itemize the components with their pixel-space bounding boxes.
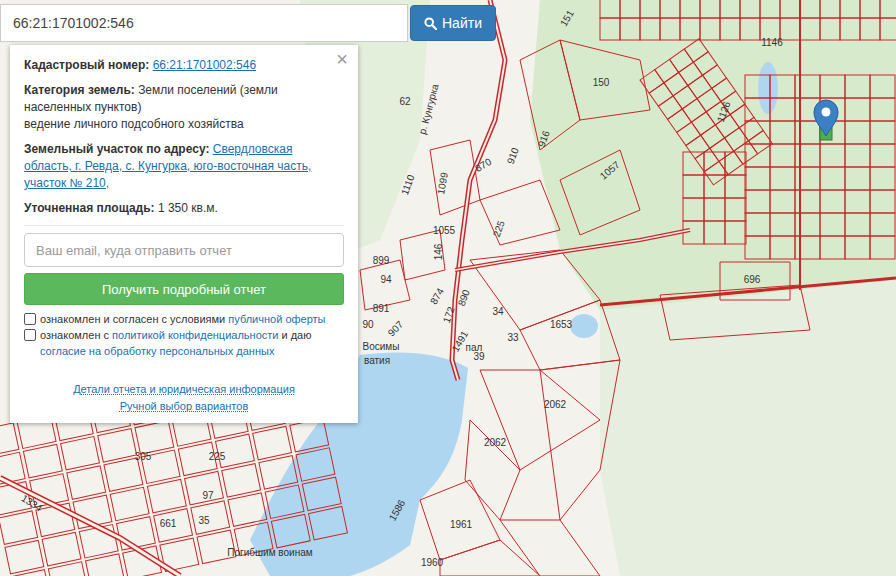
- detail-link[interactable]: Детали отчета и юридическая информация: [73, 381, 295, 398]
- pond: [570, 314, 598, 338]
- parcel-label: 1126: [715, 99, 733, 123]
- parcel-label: Восимы: [363, 341, 400, 352]
- consent-checkbox[interactable]: ознакомлен и согласен с условиями публич…: [24, 311, 344, 327]
- parcel-label: 1057: [598, 159, 622, 182]
- info-field: Категория земель: Земли поселений (земли…: [24, 82, 344, 133]
- close-button[interactable]: ×: [332, 47, 352, 71]
- email-input[interactable]: [24, 233, 344, 267]
- parcel-label: 696: [744, 274, 761, 285]
- parcel-label: 1055: [433, 225, 456, 236]
- parcel-label: 1960: [421, 557, 444, 568]
- consent-link[interactable]: публичной оферты: [228, 313, 325, 325]
- map-screen: 151 1146 150 1126 62 р. Кунгурка 910 916 870 1057…: [0, 0, 896, 576]
- meadow-area: [600, 280, 896, 576]
- pond: [758, 62, 778, 114]
- location-pin-icon[interactable]: [814, 100, 838, 136]
- info-field: Уточненная площадь: 1 350 кв.м.: [24, 200, 344, 217]
- parcel-label: 225: [209, 451, 226, 462]
- parcel-label: 1146: [761, 37, 783, 48]
- separator: [24, 225, 344, 226]
- parcel-label: 916: [536, 129, 552, 149]
- parcel-label: 1586: [387, 497, 408, 522]
- parcel-label: 1110: [399, 173, 417, 197]
- search-bar: Найти: [0, 4, 496, 42]
- field-value: 1 350 кв.м.: [158, 201, 218, 215]
- parcel-label: 151: [558, 8, 576, 28]
- checkbox-box[interactable]: [24, 329, 36, 341]
- info-field: Кадастровый номер: 66:21:1701002:546: [24, 57, 344, 74]
- parcel-label: 1334: [20, 492, 45, 513]
- parcel-label: 1099: [435, 171, 450, 195]
- parcel-label: 97: [202, 490, 214, 501]
- parcel-label: 910: [505, 146, 521, 166]
- forest-area: [530, 0, 896, 310]
- parcel-label: 907: [386, 318, 406, 338]
- info-field: Земельный участок по адресу: Свердловска…: [24, 141, 344, 192]
- parcel-label: 874: [428, 286, 446, 306]
- parcels: [0, 0, 896, 576]
- parcel-label: Погибшим воинам: [227, 547, 312, 558]
- checkbox-box[interactable]: [24, 313, 36, 325]
- parcel-label: 899: [373, 255, 390, 266]
- roads: [0, 0, 896, 576]
- parcel-label: 225: [491, 219, 507, 239]
- parcel-label: 870: [473, 156, 493, 174]
- search-input[interactable]: [0, 4, 408, 42]
- report-button[interactable]: Получить подробный отчет: [24, 273, 344, 305]
- parcel-label: 90: [362, 319, 374, 330]
- parcel-label: 33: [507, 332, 519, 343]
- parcel-label: 891: [373, 303, 390, 314]
- parcel-label: 1961: [450, 519, 473, 530]
- parcel-label: 35: [198, 515, 210, 526]
- parcel-label: 2062: [544, 399, 567, 410]
- parcel-label: 661: [160, 518, 177, 529]
- parcel-label: 890: [456, 288, 472, 308]
- parcel-label: 94: [380, 274, 392, 285]
- parcel-label: 305: [135, 451, 152, 462]
- info-panel: × Кадастровый номер: 66:21:1701002:546 К…: [10, 45, 358, 423]
- parcel-label: 172: [441, 305, 457, 325]
- parcel-label: 39: [473, 351, 485, 362]
- parcel-label: 34: [492, 306, 504, 317]
- map-ground: [0, 0, 896, 576]
- magnifier-icon: [424, 17, 437, 30]
- consent-checkbox[interactable]: ознакомлен с политикой конфиденциальност…: [24, 327, 344, 359]
- field-link[interactable]: 66:21:1701002:546: [153, 58, 256, 72]
- parcel-label: 146: [433, 243, 444, 260]
- parcel-label: 150: [593, 77, 610, 88]
- field-note: ведение личного подсобного хозяйства: [24, 116, 332, 133]
- parcel-label: 62: [399, 96, 411, 107]
- map-labels: 151 1146 150 1126 62 р. Кунгурка 910 916 870 1057…: [20, 8, 784, 568]
- consent-link[interactable]: согласие на обработку персональных данны…: [40, 345, 274, 357]
- search-button[interactable]: Найти: [410, 5, 496, 41]
- consent-link[interactable]: политикой конфиденциальности: [112, 329, 278, 341]
- parcel-label: 1653: [550, 319, 573, 330]
- parcel-label: р. Кунгурка: [417, 82, 441, 135]
- detail-link[interactable]: Ручной выбор вариантов: [120, 398, 248, 415]
- parcel-label: 2062: [484, 437, 507, 448]
- parcel-label: ватия: [364, 355, 390, 366]
